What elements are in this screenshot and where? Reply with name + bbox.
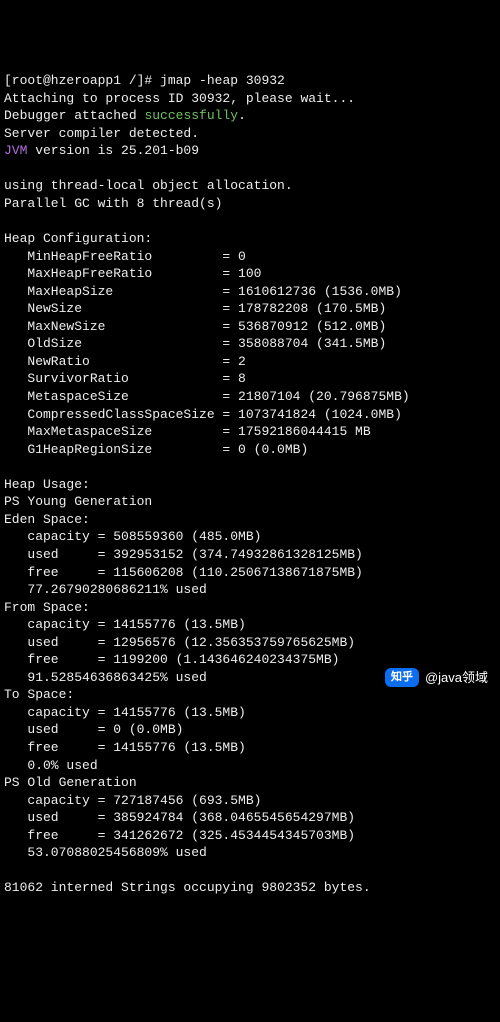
interned-strings-line: 81062 interned Strings occupying 9802352… — [4, 879, 496, 897]
heap-space-label: To Space: — [4, 686, 496, 704]
jvm-line: JVM version is 25.201-b09 — [4, 142, 496, 160]
heap-value-row: capacity = 727187456 (693.5MB) — [4, 792, 496, 810]
blank — [4, 862, 496, 880]
allocation-line: using thread-local object allocation. — [4, 177, 496, 195]
heap-section-title: PS Young Generation — [4, 493, 496, 511]
heap-config-row: MaxMetaspaceSize = 17592186044415 MB — [4, 423, 496, 441]
attach-line: Attaching to process ID 30932, please wa… — [4, 90, 496, 108]
blank — [4, 160, 496, 178]
blank — [4, 213, 496, 231]
heap-value-row: capacity = 14155776 (13.5MB) — [4, 616, 496, 634]
heap-config-row: G1HeapRegionSize = 0 (0.0MB) — [4, 441, 496, 459]
heap-value-row: used = 385924784 (368.0465545654297MB) — [4, 809, 496, 827]
heap-space-label: Eden Space: — [4, 511, 496, 529]
heap-value-row: 53.07088025456809% used — [4, 844, 496, 862]
shell-prompt-line[interactable]: [root@hzeroapp1 /]# jmap -heap 30932 — [4, 72, 496, 90]
heap-value-row: used = 0 (0.0MB) — [4, 721, 496, 739]
heap-config-row: NewRatio = 2 — [4, 353, 496, 371]
heap-usage-header: Heap Usage: — [4, 476, 496, 494]
zhihu-badge-icon: 知乎 — [385, 668, 419, 687]
watermark-author: @java领域 — [425, 669, 488, 687]
terminal-output: [root@hzeroapp1 /]# jmap -heap 30932Atta… — [0, 70, 500, 899]
heap-config-row: MaxHeapSize = 1610612736 (1536.0MB) — [4, 283, 496, 301]
server-line: Server compiler detected. — [4, 125, 496, 143]
heap-value-row: free = 115606208 (110.25067138671875MB) — [4, 564, 496, 582]
heap-config-row: SurvivorRatio = 8 — [4, 370, 496, 388]
heap-value-row: free = 1199200 (1.143646240234375MB) — [4, 651, 496, 669]
heap-config-row: MinHeapFreeRatio = 0 — [4, 248, 496, 266]
watermark: 知乎 @java领域 — [385, 668, 488, 687]
heap-config-row: MetaspaceSize = 21807104 (20.796875MB) — [4, 388, 496, 406]
heap-value-row: 0.0% used — [4, 757, 496, 775]
debugger-line: Debugger attached successfully. — [4, 107, 496, 125]
heap-value-row: used = 12956576 (12.356353759765625MB) — [4, 634, 496, 652]
heap-value-row: capacity = 14155776 (13.5MB) — [4, 704, 496, 722]
heap-config-row: MaxNewSize = 536870912 (512.0MB) — [4, 318, 496, 336]
heap-value-row: free = 14155776 (13.5MB) — [4, 739, 496, 757]
parallel-line: Parallel GC with 8 thread(s) — [4, 195, 496, 213]
heap-config-row: MaxHeapFreeRatio = 100 — [4, 265, 496, 283]
heap-config-header: Heap Configuration: — [4, 230, 496, 248]
heap-section-title: PS Old Generation — [4, 774, 496, 792]
heap-value-row: used = 392953152 (374.74932861328125MB) — [4, 546, 496, 564]
heap-value-row: free = 341262672 (325.4534454345703MB) — [4, 827, 496, 845]
heap-value-row: 77.26790280686211% used — [4, 581, 496, 599]
heap-space-label: From Space: — [4, 599, 496, 617]
heap-config-row: OldSize = 358088704 (341.5MB) — [4, 335, 496, 353]
heap-config-row: CompressedClassSpaceSize = 1073741824 (1… — [4, 406, 496, 424]
heap-value-row: capacity = 508559360 (485.0MB) — [4, 528, 496, 546]
blank — [4, 458, 496, 476]
heap-config-row: NewSize = 178782208 (170.5MB) — [4, 300, 496, 318]
